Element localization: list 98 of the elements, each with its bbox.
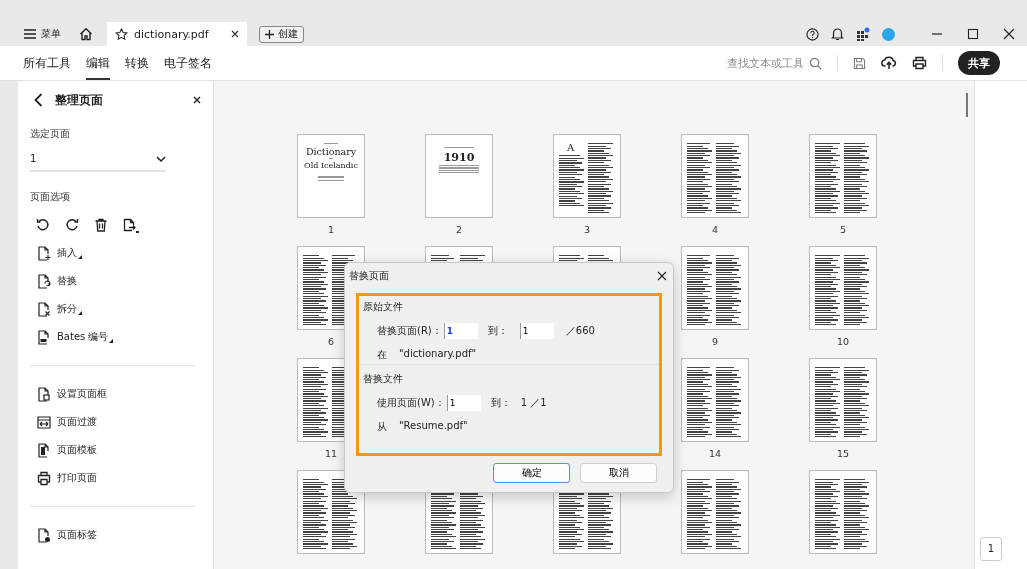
file-name: "dictionary.pdf" [399, 348, 477, 361]
toolbar-tab[interactable]: 电子签名 [164, 46, 212, 80]
panel-menu-item[interactable]: 设置页面框 [30, 380, 213, 408]
dialog-button[interactable]: 确定 [493, 463, 570, 483]
from-page-input[interactable]: 1 [443, 323, 478, 339]
page-thumbnail[interactable] [809, 246, 877, 330]
to-page-input[interactable]: 1 [519, 323, 554, 339]
transition-page-icon [37, 414, 51, 430]
template-page-icon [37, 442, 51, 458]
page-number: 15 [836, 447, 850, 461]
page-number: 4 [711, 223, 718, 237]
page-thumbnail[interactable] [297, 470, 365, 554]
page-number: 5 [839, 223, 846, 237]
file-name: "Resume.pdf" [399, 420, 468, 433]
page-options-label: 页面选项 [30, 190, 71, 204]
page-number: 1 [327, 223, 334, 237]
page-thumbnail[interactable] [809, 134, 877, 218]
page-number: 10 [836, 335, 850, 349]
page-total: ／660 [565, 324, 595, 338]
page-range: 1 ／1 [520, 396, 547, 410]
panel-menu-item[interactable]: 插入 [30, 239, 213, 267]
submenu-indicator-icon [78, 255, 82, 259]
from-page-input[interactable]: 1 [446, 395, 481, 411]
search-field[interactable]: 查找文本或工具 [725, 55, 822, 71]
share-button[interactable]: 共享 [958, 51, 1000, 75]
field-label: 到： [487, 324, 508, 338]
page-thumbnail[interactable] [809, 470, 877, 554]
field-label: 替换页面(R)： [377, 324, 442, 338]
extract-page-icon[interactable] [123, 218, 139, 233]
replace-page-icon [37, 273, 51, 289]
page-number: 9 [711, 335, 718, 349]
apps-icon[interactable] [856, 27, 870, 41]
label-page-icon [37, 527, 51, 543]
menu-icon [24, 29, 36, 39]
panel-menu-item[interactable]: Bates 编号 [30, 323, 213, 351]
search-icon [809, 56, 822, 70]
panel-menu-item[interactable]: 打印页面 [30, 464, 213, 492]
cloud-upload-icon[interactable] [881, 56, 897, 70]
page-thumbnail[interactable] [681, 134, 749, 218]
back-icon[interactable] [34, 93, 43, 107]
from-label: 从 [377, 420, 387, 434]
page-thumbnail[interactable]: A [553, 134, 621, 218]
field-label: 使用页面(W)： [377, 396, 445, 410]
panel-title: 整理页面 [55, 91, 104, 109]
rotate-right-icon[interactable] [65, 218, 79, 232]
close-icon[interactable] [193, 96, 201, 104]
close-icon[interactable] [1003, 28, 1015, 40]
bates-page-icon [37, 329, 51, 345]
plus-icon [265, 29, 274, 39]
star-icon [115, 27, 128, 41]
page-number: 14 [708, 447, 722, 461]
dialog-title: 替换页面 [349, 269, 389, 283]
page-select[interactable]: 1 [30, 141, 166, 172]
panel-menu-item[interactable]: 页面标签 [30, 521, 213, 549]
page-thumbnail[interactable] [809, 358, 877, 442]
section-heading: 原始文件 [363, 300, 404, 314]
document-tab[interactable]: dictionary.pdf [107, 22, 247, 46]
panel-menu-item[interactable]: 页面过渡 [30, 408, 213, 436]
page-thumbnail[interactable]: 1910 [425, 134, 493, 218]
document-tab-title: dictionary.pdf [134, 27, 210, 41]
page-thumbnail[interactable] [681, 470, 749, 554]
trash-icon[interactable] [94, 218, 108, 232]
rotate-left-icon[interactable] [36, 218, 50, 232]
create-button[interactable]: 创建 [259, 25, 304, 43]
page-thumbnail[interactable] [681, 358, 749, 442]
toolbar-tab[interactable]: 所有工具 [23, 46, 71, 80]
print-page-icon [37, 470, 51, 486]
in-label: 在 [377, 348, 387, 362]
page-number: 2 [455, 223, 462, 237]
panel-menu-item[interactable]: 页面模板 [30, 436, 213, 464]
menu-button[interactable]: 菜单 [24, 27, 61, 41]
select-pages-label: 选定页面 [30, 127, 71, 141]
page-number: 3 [583, 223, 590, 237]
toolbar-tab[interactable]: 转换 [125, 46, 149, 80]
home-icon[interactable] [79, 27, 93, 41]
page-thumbnail[interactable]: Dictionary Old Icelandic [297, 134, 365, 218]
page-number: 6 [327, 335, 334, 349]
close-icon[interactable] [657, 271, 667, 281]
help-icon[interactable] [806, 27, 819, 41]
split-page-icon [37, 301, 51, 317]
dialog-button[interactable]: 取消 [580, 463, 657, 483]
maximize-icon[interactable] [967, 28, 979, 40]
section-heading: 替换文件 [363, 372, 404, 386]
panel-menu-item[interactable]: 替换 [30, 267, 213, 295]
field-label: 到： [490, 396, 511, 410]
close-icon[interactable] [231, 30, 239, 38]
page-thumbnail[interactable] [681, 246, 749, 330]
page-number: 11 [324, 447, 338, 461]
submenu-indicator-icon [109, 339, 114, 343]
page-indicator[interactable]: 1 [980, 537, 1002, 561]
save-icon[interactable] [853, 56, 866, 70]
chevron-down-icon [156, 155, 166, 162]
submenu-indicator-icon [78, 311, 82, 315]
bell-icon[interactable] [831, 27, 844, 41]
insert-page-icon [37, 245, 51, 261]
print-icon[interactable] [912, 56, 927, 70]
box-page-icon [37, 386, 51, 402]
panel-menu-item[interactable]: 拆分 [30, 295, 213, 323]
